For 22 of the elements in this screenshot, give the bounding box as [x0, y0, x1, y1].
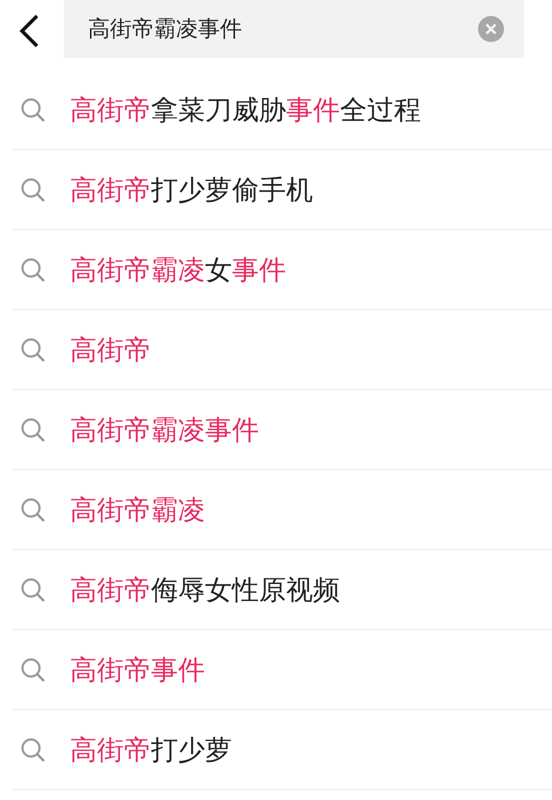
back-icon [18, 14, 40, 48]
suggestion-item[interactable]: 高街帝打少萝 [12, 710, 552, 790]
search-icon [20, 96, 46, 122]
suggestion-item[interactable]: 高街帝霸凌 [12, 470, 552, 550]
search-icon [20, 736, 46, 762]
suggestion-item[interactable]: 高街帝事件 [12, 630, 552, 710]
suggestion-item[interactable]: 高街帝霸凌女事件 [12, 230, 552, 310]
search-icon [20, 336, 46, 362]
suggestion-item[interactable]: 高街帝 [12, 310, 552, 390]
search-icon [20, 656, 46, 682]
suggestion-item[interactable]: 高街帝拿菜刀威胁事件全过程 [12, 70, 552, 150]
search-icon [20, 176, 46, 202]
search-icon [20, 576, 46, 602]
suggestion-item[interactable]: 高街帝打少萝偷手机 [12, 150, 552, 230]
search-field[interactable]: 高街帝霸凌事件 [64, 0, 524, 58]
suggestion-item[interactable]: 高街帝霸凌事件 [12, 390, 552, 470]
clear-icon [478, 16, 504, 42]
search-input[interactable]: 高街帝霸凌事件 [86, 16, 468, 42]
search-icon [20, 496, 46, 522]
search-icon [20, 256, 46, 282]
search-icon [20, 416, 46, 442]
suggestion-item[interactable]: 高街帝侮辱女性原视频 [12, 550, 552, 630]
